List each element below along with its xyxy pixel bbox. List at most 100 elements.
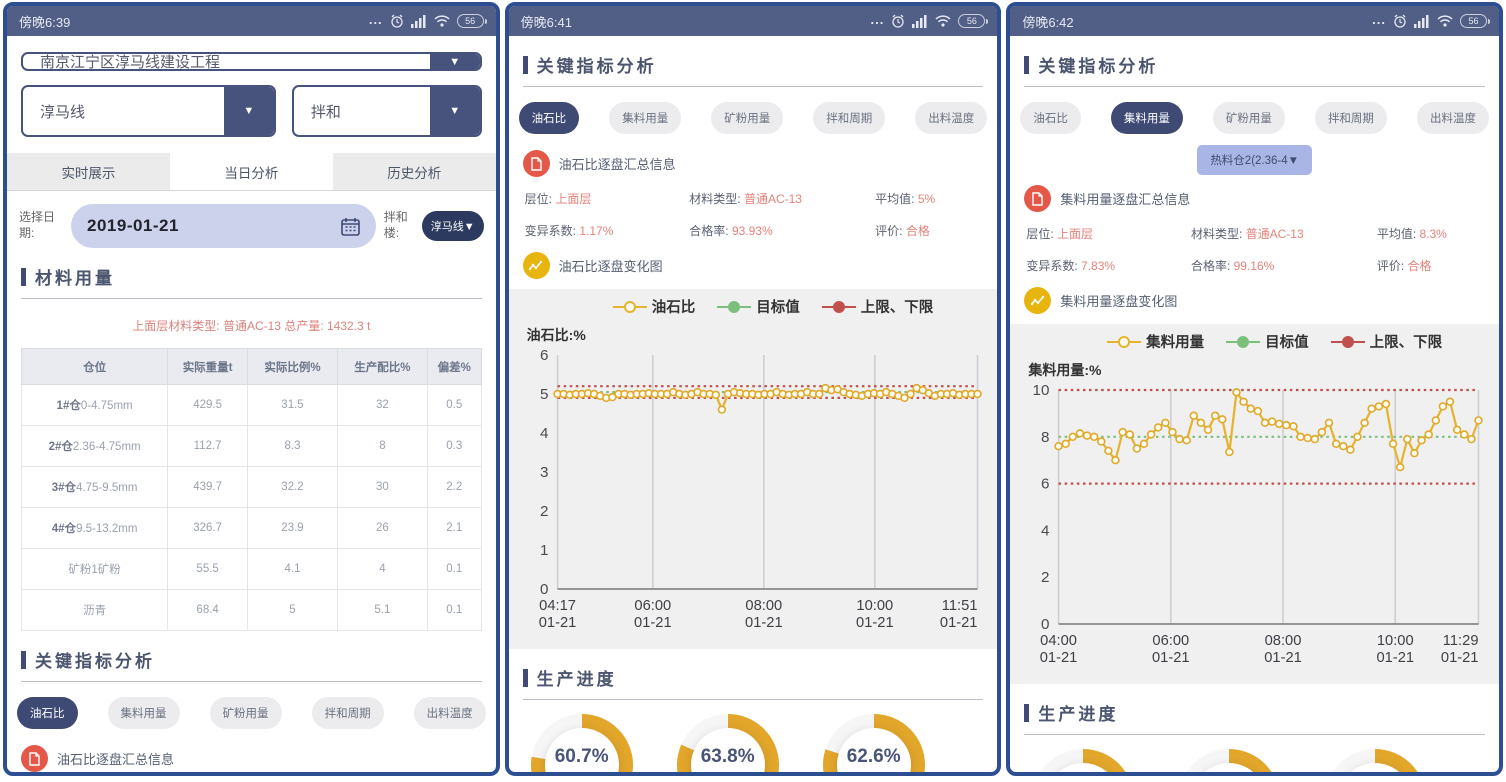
data-point[interactable] (1297, 433, 1304, 440)
data-point[interactable] (1233, 389, 1240, 396)
legend-item[interactable]: 上限、下限 (1331, 331, 1443, 352)
data-point[interactable] (974, 391, 981, 398)
indicator-pill-5[interactable]: 出料温度 (414, 697, 486, 729)
line-chart[interactable]: 024681004:0001-2106:0001-2108:0001-2110:… (1018, 380, 1491, 680)
data-point[interactable] (1226, 449, 1233, 456)
data-point[interactable] (712, 391, 719, 398)
mix-select[interactable]: 拌和 ▼ (292, 85, 482, 137)
plant-select[interactable]: 淳马线▼ (422, 211, 484, 241)
chart-link[interactable]: 油石比逐盘变化图 (523, 252, 984, 279)
data-point[interactable] (1112, 457, 1119, 464)
data-point[interactable] (1120, 429, 1127, 436)
data-point[interactable] (1098, 438, 1105, 445)
data-point[interactable] (1290, 423, 1297, 430)
data-point[interactable] (1240, 398, 1247, 405)
data-point[interactable] (1219, 416, 1226, 423)
data-point[interactable] (1262, 419, 1269, 426)
indicator-pill-3[interactable]: 矿粉用量 (1213, 102, 1285, 134)
data-point[interactable] (1091, 433, 1098, 440)
data-point[interactable] (1475, 417, 1482, 424)
data-point[interactable] (1176, 436, 1183, 443)
indicator-pill-3[interactable]: 矿粉用量 (711, 102, 783, 134)
data-point[interactable] (1191, 412, 1198, 419)
indicator-pill-2[interactable]: 集料用量 (1111, 102, 1183, 134)
data-point[interactable] (1184, 437, 1191, 444)
summary-info-link[interactable]: 油石比逐盘汇总信息 (523, 150, 984, 177)
data-point[interactable] (1347, 446, 1354, 453)
data-point[interactable] (1155, 424, 1162, 431)
data-point[interactable] (1055, 443, 1062, 450)
data-point[interactable] (1276, 421, 1283, 428)
chart-link[interactable]: 集料用量逐盘变化图 (1024, 287, 1485, 314)
indicator-pill-4[interactable]: 拌和周期 (312, 697, 384, 729)
legend-item[interactable]: 目标值 (717, 296, 800, 317)
data-point[interactable] (1198, 419, 1205, 426)
data-point[interactable] (1169, 429, 1176, 436)
data-point[interactable] (1333, 440, 1340, 447)
indicator-pill-4[interactable]: 拌和周期 (813, 102, 885, 134)
data-point[interactable] (718, 406, 725, 413)
data-point[interactable] (1084, 432, 1091, 439)
data-point[interactable] (1369, 405, 1376, 412)
indicator-pill-3[interactable]: 矿粉用量 (210, 697, 282, 729)
line-chart[interactable]: 012345604:1701-2106:0001-2108:0001-2110:… (517, 345, 990, 645)
indicator-pill-2[interactable]: 集料用量 (609, 102, 681, 134)
hot-bin-select[interactable]: 热料仓2(2.36-4▼ (1197, 145, 1312, 175)
data-point[interactable] (1063, 440, 1070, 447)
chevron-down-icon[interactable]: ▼ (224, 87, 274, 135)
chevron-down-icon[interactable]: ▼ (430, 87, 480, 135)
data-point[interactable] (1468, 436, 1475, 443)
data-point[interactable] (1269, 418, 1276, 425)
data-point[interactable] (1426, 431, 1433, 438)
data-point[interactable] (1162, 419, 1169, 426)
tab-2[interactable]: 当日分析 (170, 153, 333, 190)
data-point[interactable] (1326, 419, 1333, 426)
data-point[interactable] (1361, 419, 1368, 426)
data-point[interactable] (1077, 430, 1084, 437)
data-point[interactable] (1070, 433, 1077, 440)
data-point[interactable] (1283, 422, 1290, 429)
indicator-pill-1[interactable]: 油石比 (17, 697, 78, 729)
tab-1[interactable]: 实时展示 (7, 153, 170, 190)
date-picker[interactable]: 2019-01-21 (71, 204, 376, 248)
data-point[interactable] (1461, 431, 1468, 438)
line-select[interactable]: 淳马线 ▼ (21, 85, 276, 137)
data-point[interactable] (1148, 431, 1155, 438)
indicator-pill-1[interactable]: 油石比 (1020, 102, 1081, 134)
tab-3[interactable]: 历史分析 (333, 153, 496, 190)
data-point[interactable] (1404, 436, 1411, 443)
data-point[interactable] (1305, 435, 1312, 442)
data-point[interactable] (1255, 408, 1262, 415)
data-point[interactable] (1319, 429, 1326, 436)
data-point[interactable] (1141, 440, 1148, 447)
summary-info-link[interactable]: 集料用量逐盘汇总信息 (1024, 185, 1485, 212)
data-point[interactable] (1205, 426, 1212, 433)
data-point[interactable] (815, 391, 822, 398)
summary-info-link[interactable]: 油石比逐盘汇总信息 (21, 745, 482, 772)
calendar-icon[interactable] (341, 217, 360, 236)
indicator-pill-5[interactable]: 出料温度 (915, 102, 987, 134)
chevron-down-icon[interactable]: ▼ (430, 54, 480, 69)
data-point[interactable] (1440, 403, 1447, 410)
data-point[interactable] (1418, 437, 1425, 444)
indicator-pill-5[interactable]: 出料温度 (1417, 102, 1489, 134)
data-point[interactable] (1376, 403, 1383, 410)
project-select[interactable]: 南京江宁区淳马线建设工程 ▼ (21, 52, 482, 71)
data-point[interactable] (1354, 433, 1361, 440)
data-point[interactable] (1105, 447, 1112, 454)
data-point[interactable] (1127, 431, 1134, 438)
legend-item[interactable]: 油石比 (613, 296, 696, 317)
data-point[interactable] (1411, 450, 1418, 457)
legend-item[interactable]: 目标值 (1226, 331, 1309, 352)
data-point[interactable] (1454, 426, 1461, 433)
legend-item[interactable]: 集料用量 (1107, 331, 1204, 352)
indicator-pill-4[interactable]: 拌和周期 (1315, 102, 1387, 134)
data-point[interactable] (1397, 464, 1404, 471)
data-point[interactable] (1248, 405, 1255, 412)
data-point[interactable] (1447, 398, 1454, 405)
data-point[interactable] (1383, 401, 1390, 408)
legend-item[interactable]: 上限、下限 (822, 296, 934, 317)
data-point[interactable] (1312, 436, 1319, 443)
indicator-pill-2[interactable]: 集料用量 (108, 697, 180, 729)
data-point[interactable] (1340, 443, 1347, 450)
